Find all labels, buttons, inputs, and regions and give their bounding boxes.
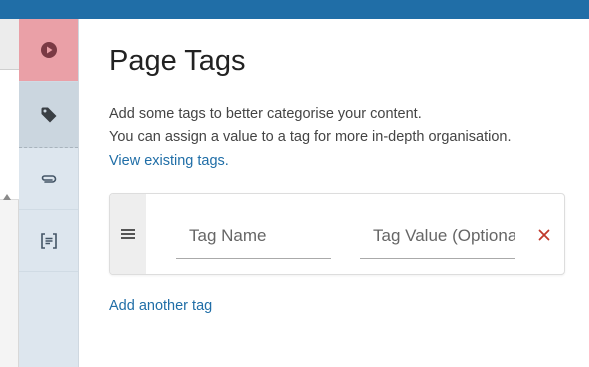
remove-tag-button[interactable] xyxy=(536,227,552,243)
description-line-2: You can assign a value to a tag for more… xyxy=(109,129,512,145)
editor-panel-edge xyxy=(0,19,19,367)
drag-handle-icon xyxy=(121,229,135,239)
top-header-bar xyxy=(0,0,589,19)
add-another-tag-link[interactable]: Add another tag xyxy=(109,298,212,314)
paperclip-icon xyxy=(41,174,56,183)
close-icon xyxy=(538,229,550,241)
description-line-1: Add some tags to better categorise your … xyxy=(109,106,422,122)
tag-value-input[interactable] xyxy=(360,213,515,259)
template-icon xyxy=(40,232,57,249)
editor-content-edge[interactable] xyxy=(0,70,19,200)
play-circle-icon xyxy=(40,42,57,58)
editor-toolbar-edge xyxy=(0,19,19,70)
editor-toolbox xyxy=(19,19,79,367)
tags-panel: Page Tags Add some tags to better catego… xyxy=(79,19,589,367)
tag-name-input[interactable] xyxy=(176,213,331,259)
scroll-up-arrow-icon[interactable] xyxy=(3,194,11,200)
page-title: Page Tags xyxy=(109,45,246,77)
toolbox-tab-play[interactable] xyxy=(19,19,78,82)
toolbox-tab-tags[interactable] xyxy=(19,82,78,148)
toolbox-tab-attachments[interactable] xyxy=(19,148,78,210)
drag-handle[interactable] xyxy=(110,194,146,274)
view-existing-tags-link[interactable]: View existing tags. xyxy=(109,153,229,169)
tag-icon xyxy=(41,107,56,122)
tag-row xyxy=(109,193,565,275)
toolbox-tab-templates[interactable] xyxy=(19,210,78,272)
